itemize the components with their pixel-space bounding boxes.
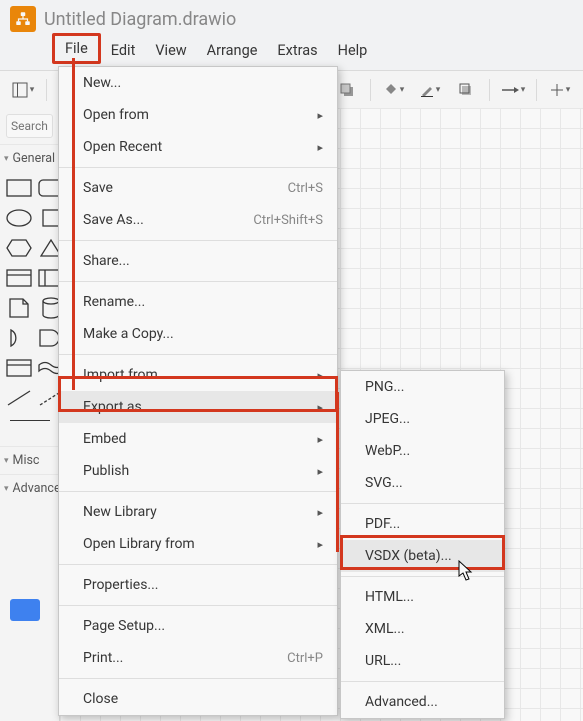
export-menu: PNG... JPEG... WebP... SVG... PDF... VSD… [340,370,505,719]
menu-arrange[interactable]: Arrange [197,38,268,63]
shape-frame[interactable] [6,356,32,380]
file-import-from[interactable]: Import from [59,359,337,391]
file-open-recent[interactable]: Open Recent [59,131,337,163]
menu-separator [59,281,337,282]
menu-separator [341,576,504,577]
file-new-library[interactable]: New Library [59,496,337,528]
menu-separator [59,491,337,492]
panel-misc[interactable]: Misc [0,446,59,474]
search-input[interactable] [6,114,53,138]
sidebar-blue-chip[interactable] [10,599,40,621]
file-close[interactable]: Close [59,683,337,715]
shape-halfcircle[interactable] [6,326,32,350]
export-svg[interactable]: SVG... [341,467,504,499]
menu-help[interactable]: Help [328,38,378,63]
shadow-button[interactable] [451,76,481,104]
sidebar: General Misc Advanced [0,108,60,721]
shape-note[interactable] [6,296,32,320]
toolbar-separator [370,79,371,101]
file-new[interactable]: New... [59,67,337,99]
file-make-copy[interactable]: Make a Copy... [59,318,337,350]
menu-extras[interactable]: Extras [267,38,327,63]
file-open-library-from[interactable]: Open Library from [59,528,337,560]
file-menu: New... Open from Open Recent SaveCtrl+S … [58,66,338,716]
waypoint-button[interactable] [545,76,575,104]
shape-container[interactable] [6,266,32,290]
file-embed[interactable]: Embed [59,423,337,455]
export-advanced[interactable]: Advanced... [341,686,504,718]
panel-general[interactable]: General [0,144,59,172]
export-png[interactable]: PNG... [341,371,504,403]
fill-color-button[interactable] [379,76,409,104]
file-export-as[interactable]: Export as [59,391,337,423]
file-properties[interactable]: Properties... [59,569,337,601]
shape-palette [0,172,59,414]
menu-separator [341,503,504,504]
shape-ellipse[interactable] [6,206,32,230]
export-vsdx[interactable]: VSDX (beta)... [341,540,504,572]
file-open-from[interactable]: Open from [59,99,337,131]
menu-separator [59,167,337,168]
file-save[interactable]: SaveCtrl+S [59,172,337,204]
menu-separator [59,678,337,679]
export-xml[interactable]: XML... [341,613,504,645]
file-rename[interactable]: Rename... [59,286,337,318]
callout-connector [336,392,339,552]
export-html[interactable]: HTML... [341,581,504,613]
menu-separator [341,681,504,682]
toolbar-separator [46,79,47,101]
menu-edit[interactable]: Edit [101,38,146,63]
menubar: File Edit View Arrange Extras Help [0,34,583,70]
export-pdf[interactable]: PDF... [341,508,504,540]
app-icon [10,6,36,32]
menu-separator [59,564,337,565]
file-page-setup[interactable]: Page Setup... [59,610,337,642]
document-title[interactable]: Untitled Diagram.drawio [44,9,236,30]
menu-separator [59,354,337,355]
toolbar-separator [489,79,490,101]
file-share[interactable]: Share... [59,245,337,277]
callout-connector [72,58,75,390]
connection-button[interactable] [498,76,528,104]
menu-view[interactable]: View [145,38,196,63]
export-jpeg[interactable]: JPEG... [341,403,504,435]
file-publish[interactable]: Publish [59,455,337,487]
shape-divider [10,420,50,440]
menu-file[interactable]: File [52,33,101,64]
line-color-button[interactable] [415,76,445,104]
shape-line[interactable] [6,386,32,410]
export-webp[interactable]: WebP... [341,435,504,467]
file-print[interactable]: Print...Ctrl+P [59,642,337,674]
menu-separator [59,240,337,241]
panel-advanced[interactable]: Advanced [0,474,59,502]
shape-rect[interactable] [6,176,32,200]
file-save-as[interactable]: Save As...Ctrl+Shift+S [59,204,337,236]
title-bar: Untitled Diagram.drawio [0,0,583,34]
toolbar-separator [536,79,537,101]
export-url[interactable]: URL... [341,645,504,677]
view-mode-button[interactable] [8,76,38,104]
menu-separator [59,605,337,606]
search-container [0,108,59,144]
shape-hexagon[interactable] [6,236,32,260]
